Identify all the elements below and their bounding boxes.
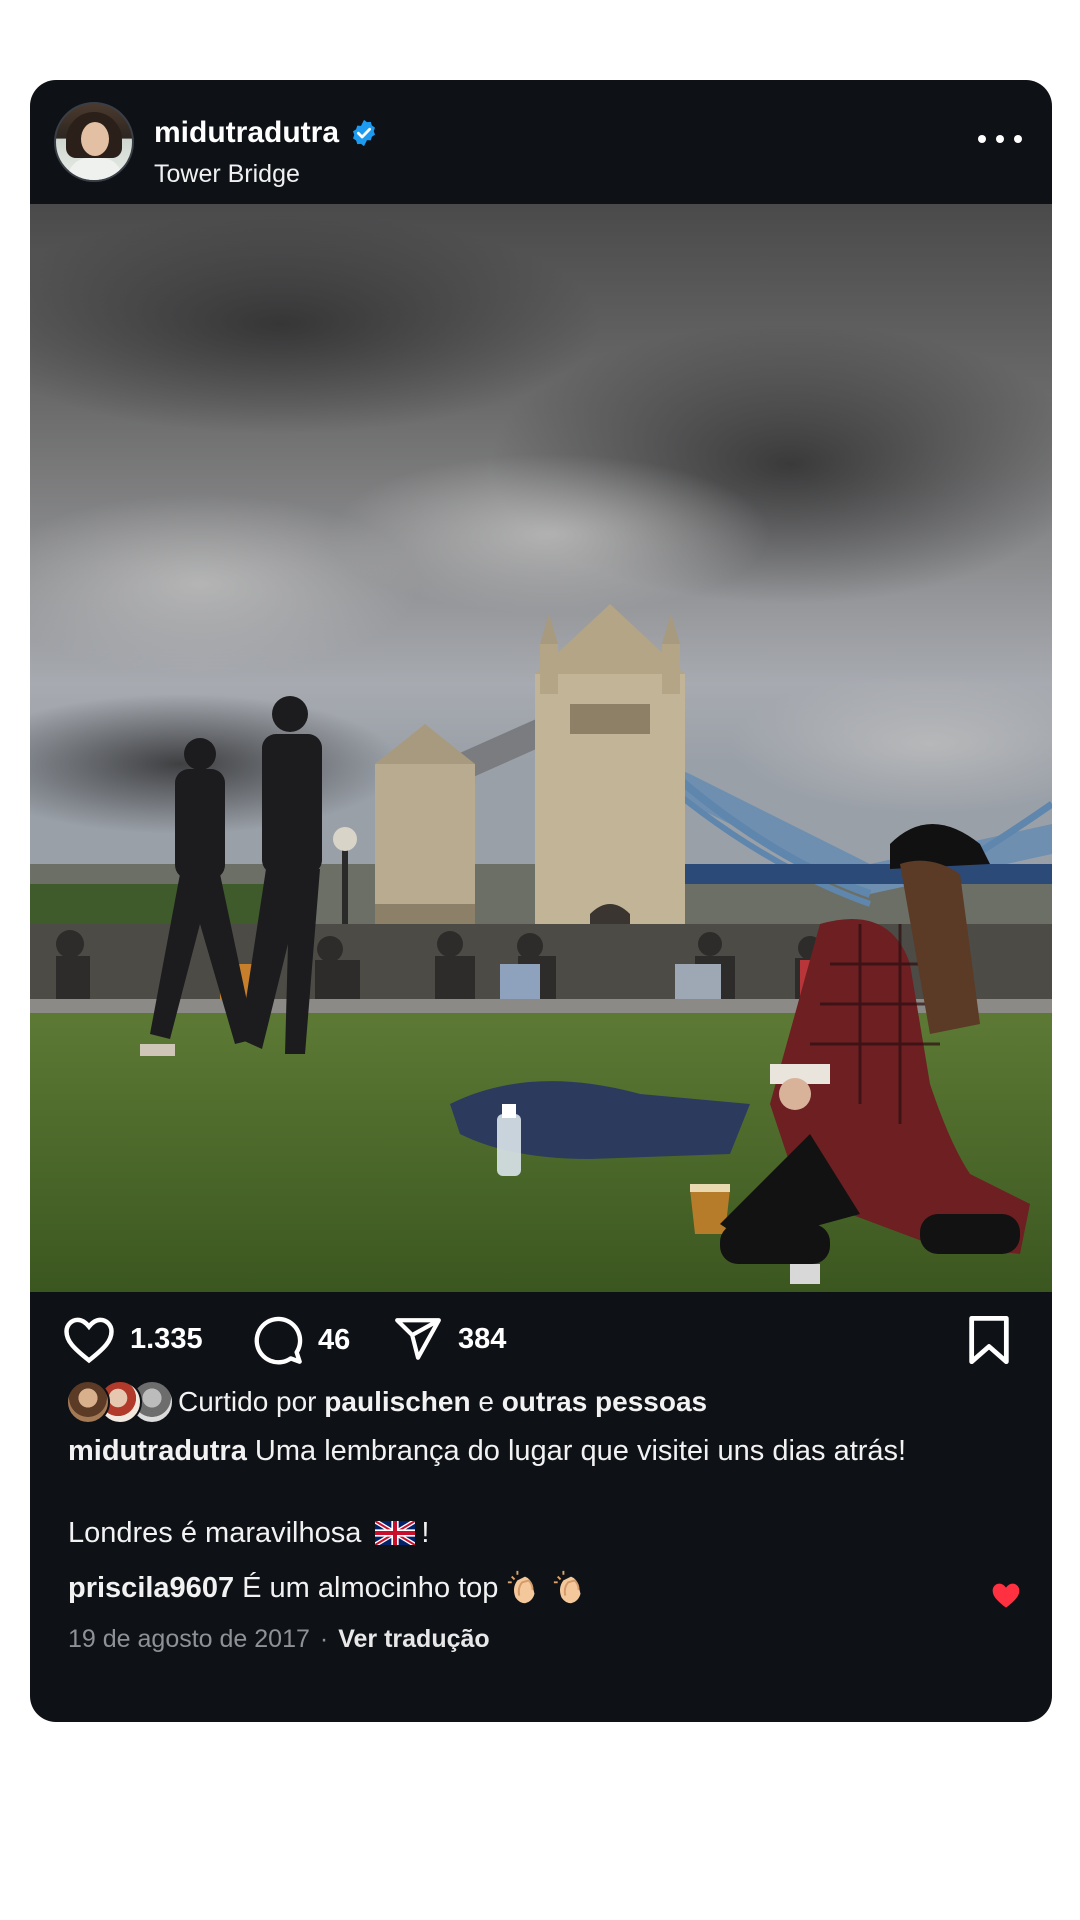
caption-line2-text: Londres é maravilhosa: [68, 1517, 362, 1549]
liked-by-others[interactable]: outras pessoas: [502, 1386, 707, 1418]
more-options-icon[interactable]: [978, 124, 1022, 154]
comment-username[interactable]: priscila9607: [68, 1568, 234, 1608]
comment-bubble-icon[interactable]: [252, 1314, 304, 1366]
liked-by-avatars: [66, 1380, 174, 1424]
bookmark-icon[interactable]: [966, 1314, 1012, 1366]
username[interactable]: midutradutra: [154, 116, 339, 150]
location-label[interactable]: Tower Bridge: [154, 160, 300, 189]
caption-username[interactable]: midutradutra: [68, 1435, 247, 1467]
share-action[interactable]: 384: [392, 1314, 506, 1364]
comment-action[interactable]: 46: [252, 1314, 350, 1366]
username-row: midutradutra: [154, 116, 379, 150]
caption-line2-end: !: [421, 1517, 430, 1549]
avatar: [66, 1380, 110, 1424]
share-count: 384: [458, 1322, 507, 1355]
separator: ·: [319, 1625, 329, 1653]
post-meta: 19 de agosto de 2017 · Ver tradução: [68, 1625, 490, 1654]
liked-by-prefix: Curtido por: [178, 1386, 317, 1417]
caption-line-2: Londres é maravilhosa !: [68, 1514, 429, 1552]
like-count: 1.335: [130, 1322, 203, 1355]
liked-by-and: e: [478, 1386, 494, 1417]
heart-filled-icon[interactable]: [990, 1580, 1022, 1610]
see-translation-link[interactable]: Ver tradução: [338, 1625, 489, 1654]
action-bar: 1.335 46 384: [30, 1292, 1052, 1388]
heart-icon[interactable]: [62, 1314, 116, 1364]
avatar[interactable]: [54, 102, 134, 182]
comment-preview[interactable]: priscila9607 É um almocinho top: [68, 1568, 1028, 1608]
comment-count: 46: [318, 1323, 351, 1356]
caption: midutradutra Uma lembrança do lugar que …: [68, 1432, 1008, 1470]
uk-flag-icon: [375, 1521, 416, 1545]
post-header: midutradutra Tower Bridge: [30, 80, 1052, 204]
clapping-hands-icon: [554, 1570, 581, 1604]
post-card: midutradutra Tower Bridge 1.335 46 384 C…: [30, 80, 1052, 1722]
like-action[interactable]: 1.335: [62, 1314, 203, 1364]
clapping-hands-icon: [508, 1570, 535, 1604]
caption-text: Uma lembrança do lugar que visitei uns d…: [254, 1435, 907, 1467]
verified-badge-icon: [353, 119, 376, 147]
liked-by-user[interactable]: paulischen: [324, 1386, 470, 1418]
liked-by[interactable]: Curtido por paulischen e outras pessoas: [66, 1380, 707, 1424]
paper-plane-icon[interactable]: [392, 1314, 444, 1364]
post-date: 19 de agosto de 2017: [68, 1625, 310, 1653]
post-photo[interactable]: [30, 204, 1052, 1292]
comment-text: É um almocinho top: [242, 1572, 499, 1604]
